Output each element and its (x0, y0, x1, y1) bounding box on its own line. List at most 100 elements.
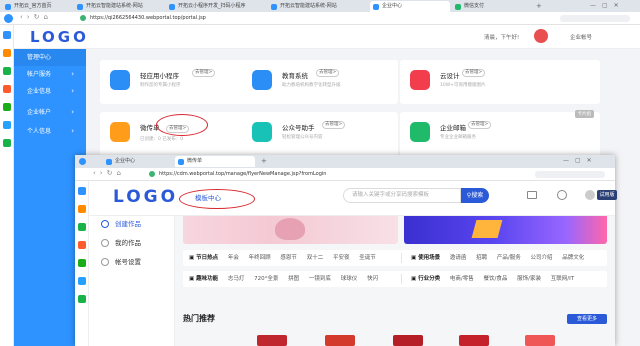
product-card[interactable]: 公众号助手 去管理> 轻松管理公众号内容 (242, 112, 398, 156)
template-thumbnail[interactable] (525, 335, 555, 346)
tag-link[interactable]: 服饰/家装 (517, 276, 541, 282)
manage-button[interactable]: 去管理> (322, 121, 346, 129)
user-menu[interactable]: 企业帐号 (570, 33, 592, 41)
nav-buttons[interactable]: ‹›↻⌂ (20, 13, 52, 21)
browser-tab-active[interactable]: 微传单 (175, 156, 255, 167)
tag-link[interactable]: 互联网/IT (551, 276, 574, 282)
product-card[interactable]: 轻应用小程序 去管理> 制作您的专属小程序 (100, 60, 256, 104)
product-card[interactable]: 企业邮箱 去管理> 专业企业邮箱服务 卡片组 (400, 110, 600, 156)
dock-app-icon[interactable] (78, 241, 86, 249)
sidebar-item-account-service[interactable]: 帐户服务 › (14, 66, 86, 83)
browser-tab[interactable]: 开拓云智能建站系统-网站 (74, 1, 164, 12)
dock-app-icon[interactable] (78, 205, 86, 213)
dock-app-icon[interactable] (78, 187, 86, 195)
banner-promo[interactable] (404, 216, 607, 244)
sidebar-item-management[interactable]: 管理中心 (14, 49, 86, 66)
dock-app-icon[interactable] (3, 67, 11, 75)
dock-app-icon[interactable] (3, 85, 11, 93)
dock-app-icon[interactable] (3, 139, 11, 147)
sidebar-item-personal-info[interactable]: 个人信息 › (14, 123, 86, 140)
sidebar-item-company-account[interactable]: 企业帐户 › (14, 104, 86, 121)
sidebar-item-label: 企业信息 (27, 88, 52, 95)
tag-link[interactable]: 拼图 (288, 276, 299, 282)
template-thumbnail[interactable] (257, 335, 287, 346)
url-field[interactable]: https://qi2662564430.webportal.top/porta… (90, 14, 390, 23)
tag-link[interactable]: 圣诞节 (359, 255, 376, 261)
tag-link[interactable]: 双十二 (307, 255, 324, 261)
manage-button[interactable]: 去管理> (462, 69, 486, 77)
create-icon (101, 220, 109, 228)
dock-app-icon[interactable] (78, 295, 86, 303)
avatar[interactable] (585, 190, 595, 200)
tag-link[interactable]: 邀请函 (450, 255, 467, 261)
tag-link[interactable]: 一镜到底 (309, 276, 331, 282)
tag-link[interactable]: 年会 (228, 255, 239, 261)
manage-button[interactable]: 去管理> (316, 69, 340, 77)
tag-link[interactable]: 公司介绍 (531, 255, 553, 261)
nav-buttons[interactable]: ‹›↻⌂ (93, 169, 125, 177)
tag-link[interactable]: 感恩节 (280, 255, 297, 261)
card-desc: 轻松管理公众号内容 (282, 135, 323, 140)
dock-app-icon[interactable] (3, 121, 11, 129)
browser-tab[interactable]: 开拓云_官方首页 (2, 1, 72, 12)
tag-link[interactable]: 产品/服务 (497, 255, 521, 261)
banner-festival[interactable] (183, 216, 398, 244)
browser-tab-active[interactable]: 企业中心 (370, 1, 450, 12)
corner-tag: 卡片组 (574, 110, 594, 118)
new-tab-icon[interactable]: + (536, 2, 542, 10)
dock-app-icon[interactable] (78, 223, 86, 231)
tag-link[interactable]: 平安夜 (333, 255, 350, 261)
browser-tab[interactable]: 开拓云智能建站系统-网站 (268, 1, 368, 12)
headset-icon[interactable] (557, 190, 567, 200)
window-controls[interactable]: —▢✕ (590, 2, 625, 9)
tag-link[interactable]: 快闪 (367, 276, 378, 282)
tag-group-title-text: 趣味功能 (196, 276, 219, 282)
card-desc: 10W+可商用模版图片 (440, 83, 486, 88)
template-thumbnail[interactable] (325, 335, 355, 346)
view-more-button[interactable]: 查看更多 (567, 314, 607, 324)
tag-row: ▣ 趣味功能 志马灯 720°全景 拼图 一镜到底 球球仪 快闪 ▣ 行业分类 … (183, 271, 607, 287)
sidebar-item-label: 帐号设置 (115, 258, 141, 266)
tag-link[interactable]: 品牌文化 (562, 255, 584, 261)
tag-link[interactable]: 720°全景 (254, 276, 278, 282)
template-thumbnail[interactable] (393, 335, 423, 346)
tab-label: 开拓云智能建站系统-网站 (86, 3, 143, 9)
tag-link[interactable]: 电商/零售 (450, 276, 474, 282)
browser-tab[interactable]: 企业中心 (103, 156, 173, 167)
product-card[interactable]: 教育系统 去管理> 助力教培机构教学化转型升级 (242, 60, 398, 104)
tag-group-title: ▣ 节日热点 (189, 255, 219, 261)
browser-tab[interactable]: 开拓云小程序开发_扫码小程序 (166, 1, 266, 12)
dock-app-icon[interactable] (3, 49, 11, 57)
trial-button[interactable]: 试用版 (597, 190, 617, 200)
search-button[interactable]: ⚲搜索 (461, 188, 489, 203)
search-input[interactable]: 请输入关键字或分享码搜索模板 (343, 188, 461, 203)
monitor-icon[interactable] (527, 191, 537, 199)
dock-app-icon[interactable] (3, 103, 11, 111)
new-tab-icon[interactable]: + (261, 157, 267, 165)
sidebar-item-account-settings[interactable]: 帐号设置 (101, 256, 141, 268)
tag-link[interactable]: 餐饮/食品 (484, 276, 508, 282)
tab-label: 开拓云_官方首页 (14, 3, 52, 9)
browser-search-box[interactable] (535, 171, 605, 178)
avatar[interactable] (534, 29, 548, 43)
dock-app-icon[interactable] (78, 277, 86, 285)
sidebar-item-create[interactable]: 创建作品 (101, 218, 141, 230)
window-controls[interactable]: —▢✕ (563, 157, 598, 164)
product-card[interactable]: 云设计 去管理> 10W+可商用模版图片 (400, 60, 600, 104)
browser-tab-bar: 企业中心 微传单 + —▢✕ (75, 155, 615, 168)
template-thumbnail[interactable] (459, 335, 489, 346)
dock-app-icon[interactable] (78, 259, 86, 267)
url-field[interactable]: https://cdm.webportal.top/manage/flyerNe… (159, 170, 459, 179)
browser-search-box[interactable] (560, 15, 630, 22)
tag-link[interactable]: 球球仪 (341, 276, 358, 282)
manage-button[interactable]: 去管理> (192, 69, 216, 77)
dock-app-icon[interactable] (3, 31, 11, 39)
tag-link[interactable]: 志马灯 (228, 276, 245, 282)
browser-tab[interactable]: 微信支付 (452, 1, 532, 12)
sidebar-item-my-works[interactable]: 我的作品 (101, 237, 141, 249)
card-desc: 制作您的专属小程序 (140, 83, 181, 88)
tag-link[interactable]: 招聘 (476, 255, 487, 261)
sidebar-item-company-info[interactable]: 企业信息 › (14, 83, 86, 100)
manage-button[interactable]: 去管理> (468, 121, 492, 129)
tag-link[interactable]: 年终回顾 (249, 255, 271, 261)
